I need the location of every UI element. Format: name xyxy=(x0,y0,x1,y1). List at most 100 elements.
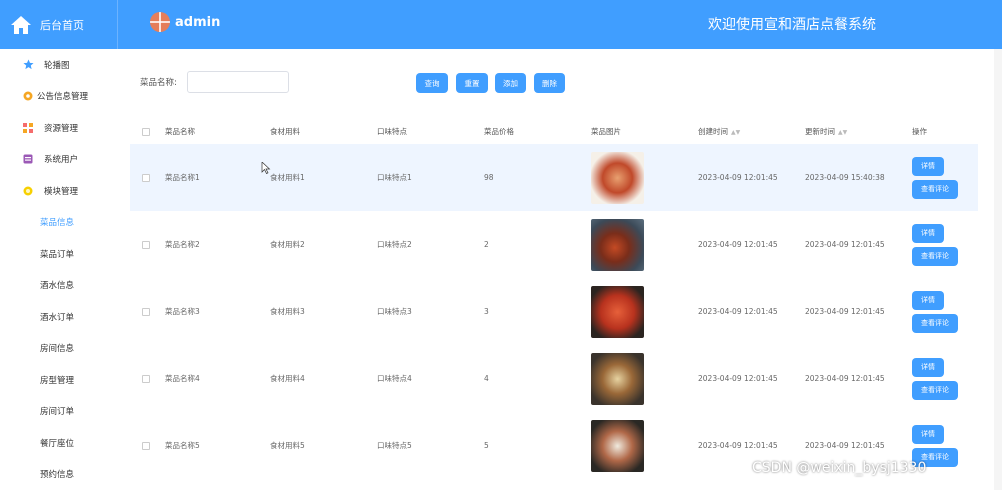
cell-price: 3 xyxy=(484,307,489,316)
sidebar-item-label: 资源管理 xyxy=(44,123,79,134)
select-all-checkbox[interactable] xyxy=(141,127,150,136)
dish-image xyxy=(591,218,644,271)
home-link[interactable]: 后台首页 xyxy=(0,0,118,49)
sidebar-item-label: 系统用户 xyxy=(44,155,79,166)
sidebar-sub-label: 菜品订单 xyxy=(40,249,75,260)
cell-created: 2023-04-09 12:01:45 xyxy=(698,307,778,316)
header-actions: 操作 xyxy=(912,127,927,136)
sidebar-item-carousel[interactable]: 轮播图 xyxy=(0,49,118,81)
dish-image xyxy=(591,151,644,204)
top-header: 后台首页 admin 欢迎使用宣和酒店点餐系统 xyxy=(0,0,1002,49)
delete-button[interactable]: 删除 xyxy=(534,73,565,93)
cell-price: 2 xyxy=(484,240,489,249)
sidebar-sub-label: 酒水订单 xyxy=(40,312,75,323)
sidebar-sub-reservations[interactable]: 预约信息 xyxy=(0,459,118,490)
detail-button[interactable]: 详情 xyxy=(912,156,944,176)
table-row[interactable]: 菜品名称4 食材用料4 口味特点4 4 2023-04-09 12:01:45 … xyxy=(130,345,978,412)
row-checkbox[interactable] xyxy=(141,240,150,249)
cell-ingredients: 食材用料5 xyxy=(270,441,305,450)
cell-created: 2023-04-09 12:01:45 xyxy=(698,441,778,450)
user-menu[interactable]: admin xyxy=(150,12,220,32)
row-checkbox[interactable] xyxy=(141,307,150,316)
sidebar-sub-dish-info[interactable]: 菜品信息 xyxy=(0,207,118,239)
view-comments-button[interactable]: 查看评论 xyxy=(912,179,958,199)
search-input[interactable] xyxy=(186,71,289,93)
cell-name: 菜品名称4 xyxy=(165,374,200,383)
sort-icon[interactable]: ▲▼ xyxy=(731,129,740,136)
sidebar-sub-label: 酒水信息 xyxy=(40,281,75,292)
watermark: CSDN @weixin_bysj1330 xyxy=(752,460,927,476)
cell-updated: 2023-04-09 12:01:45 xyxy=(805,441,885,450)
scrollbar[interactable] xyxy=(994,49,1002,490)
cell-taste: 口味特点3 xyxy=(377,307,412,316)
sidebar-sub-drink-info[interactable]: 酒水信息 xyxy=(0,270,118,302)
query-button[interactable]: 查询 xyxy=(416,73,448,93)
user-name: admin xyxy=(175,14,221,30)
row-checkbox[interactable] xyxy=(141,441,150,450)
cell-created: 2023-04-09 12:01:45 xyxy=(698,240,778,249)
home-label: 后台首页 xyxy=(40,18,84,32)
header-image: 菜品图片 xyxy=(591,127,621,136)
cell-name: 菜品名称5 xyxy=(165,441,200,450)
user-icon xyxy=(22,153,34,165)
sidebar-item-resource[interactable]: 资源管理 xyxy=(0,112,118,144)
sidebar-sub-dish-orders[interactable]: 菜品订单 xyxy=(0,238,118,270)
cell-created: 2023-04-09 12:01:45 xyxy=(698,173,778,182)
welcome-title: 欢迎使用宣和酒店点餐系统 xyxy=(708,17,876,33)
avatar xyxy=(150,12,170,32)
table-row[interactable]: 菜品名称3 食材用料3 口味特点3 3 2023-04-09 12:01:45 … xyxy=(130,278,978,345)
sidebar-item-users[interactable]: 系统用户 xyxy=(0,144,118,176)
sidebar-sub-label: 房型管理 xyxy=(40,375,75,386)
dish-image xyxy=(591,285,644,338)
cell-updated: 2023-04-09 15:40:38 xyxy=(805,173,885,182)
reset-button[interactable]: 重置 xyxy=(456,73,488,93)
sort-icon[interactable]: ▲▼ xyxy=(838,129,847,136)
table-row[interactable]: 菜品名称2 食材用料2 口味特点2 2 2023-04-09 12:01:45 … xyxy=(130,211,978,278)
header-created[interactable]: 创建时间 ▲▼ xyxy=(698,126,805,137)
main-content: 菜品名称: 查询 重置 添加 删除 菜品名称 食材用料 口味特点 菜品价格 菜品… xyxy=(118,49,994,490)
detail-button[interactable]: 详情 xyxy=(912,223,944,243)
view-comments-button[interactable]: 查看评论 xyxy=(912,380,958,400)
table-row[interactable]: 菜品名称1 食材用料1 口味特点1 98 2023-04-09 12:01:45… xyxy=(130,144,978,211)
cell-created: 2023-04-09 12:01:45 xyxy=(698,374,778,383)
mouse-cursor-icon xyxy=(261,162,271,174)
search-bar: 菜品名称: xyxy=(140,71,289,93)
sidebar-sub-seats[interactable]: 餐厅座位 xyxy=(0,427,118,459)
cell-updated: 2023-04-09 12:01:45 xyxy=(805,307,885,316)
cell-ingredients: 食材用料1 xyxy=(270,173,305,182)
sidebar-sub-drink-orders[interactable]: 酒水订单 xyxy=(0,301,118,333)
add-button[interactable]: 添加 xyxy=(495,73,526,93)
sidebar-sub-room-types[interactable]: 房型管理 xyxy=(0,364,118,396)
cell-ingredients: 食材用料3 xyxy=(270,307,305,316)
row-checkbox[interactable] xyxy=(141,374,150,383)
view-comments-button[interactable]: 查看评论 xyxy=(912,313,958,333)
sidebar-item-notice[interactable]: 公告信息管理 xyxy=(0,81,118,113)
cell-updated: 2023-04-09 12:01:45 xyxy=(805,240,885,249)
sidebar-sub-room-orders[interactable]: 房间订单 xyxy=(0,396,118,428)
cell-taste: 口味特点1 xyxy=(377,173,412,182)
sidebar-item-label: 公告信息管理 xyxy=(37,92,89,103)
cell-name: 菜品名称3 xyxy=(165,307,200,316)
module-icon xyxy=(22,185,34,197)
detail-button[interactable]: 详情 xyxy=(912,424,944,444)
star-icon xyxy=(22,59,34,71)
row-checkbox[interactable] xyxy=(141,173,150,182)
cell-taste: 口味特点5 xyxy=(377,441,412,450)
cell-name: 菜品名称1 xyxy=(165,173,200,182)
sidebar-sub-label: 预约信息 xyxy=(40,470,75,481)
cell-ingredients: 食材用料2 xyxy=(270,240,305,249)
detail-button[interactable]: 详情 xyxy=(912,290,944,310)
sidebar-item-modules[interactable]: 模块管理 xyxy=(0,175,118,207)
cell-name: 菜品名称2 xyxy=(165,240,200,249)
view-comments-button[interactable]: 查看评论 xyxy=(912,246,958,266)
dish-table: 菜品名称 食材用料 口味特点 菜品价格 菜品图片 创建时间 ▲▼ 更新时间 ▲▼ 操… xyxy=(130,119,978,479)
sidebar-sub-label: 房间信息 xyxy=(40,344,75,355)
gear-icon xyxy=(22,90,34,102)
sidebar-sub-room-info[interactable]: 房间信息 xyxy=(0,333,118,365)
header-name: 菜品名称 xyxy=(165,127,195,136)
header-updated[interactable]: 更新时间 ▲▼ xyxy=(805,126,912,137)
cell-price: 4 xyxy=(484,374,489,383)
cell-taste: 口味特点4 xyxy=(377,374,412,383)
detail-button[interactable]: 详情 xyxy=(912,357,944,377)
sidebar-item-label: 模块管理 xyxy=(44,186,79,197)
